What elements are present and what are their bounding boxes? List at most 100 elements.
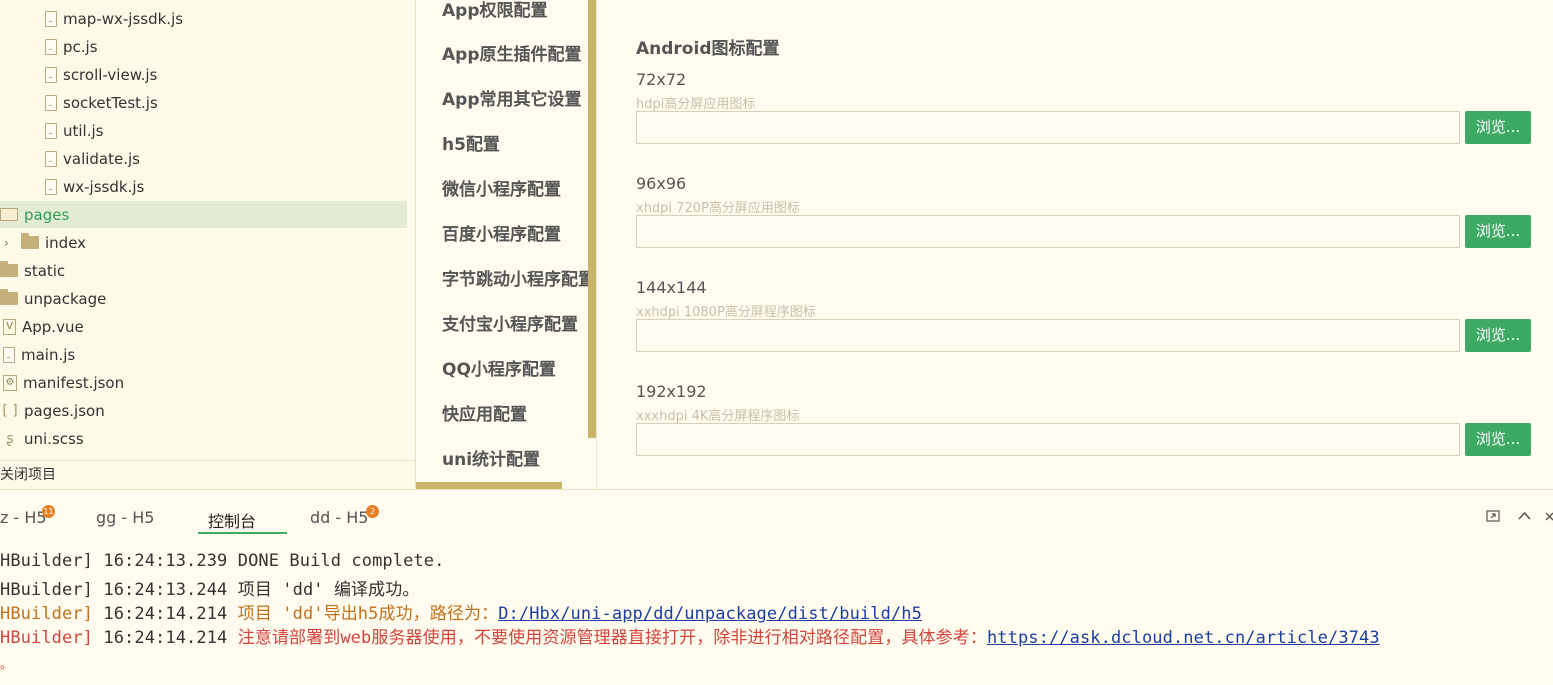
console-divider xyxy=(0,489,1553,490)
log-line: HBuilder] 16:24:13.244 项目 'dd' 编译成功。 xyxy=(0,575,419,600)
js-file-icon xyxy=(45,178,57,195)
log-prefix: HBuilder] xyxy=(0,580,94,600)
tab-badge: 11 xyxy=(42,505,55,518)
file-tree: map-wx-jssdk.js pc.js scroll-view.js soc… xyxy=(0,0,407,460)
tree-item-uni-scss[interactable]: ʂ uni.scss xyxy=(0,425,407,452)
tab-badge: 2 xyxy=(366,505,379,518)
browse-button-144[interactable]: 浏览... xyxy=(1465,319,1531,352)
log-time: 16:24:13.244 xyxy=(103,580,228,600)
active-tab-indicator xyxy=(198,532,287,534)
tree-item-static[interactable]: static xyxy=(0,257,407,284)
log-link[interactable]: https://ask.dcloud.net.cn/article/3743 xyxy=(987,628,1380,648)
vue-file-icon: V xyxy=(3,318,16,335)
nav-item-app-native-plugins[interactable]: App原生插件配置 xyxy=(442,40,588,65)
tree-item-label: pc.js xyxy=(63,37,98,56)
tree-item-pc[interactable]: pc.js xyxy=(0,33,407,60)
tree-item-label: scroll-view.js xyxy=(63,65,158,84)
nav-item-h5[interactable]: h5配置 xyxy=(442,130,588,155)
tree-item-manifest[interactable]: ⚙ manifest.json xyxy=(0,369,407,396)
log-prefix: HBuilder] xyxy=(0,628,94,648)
close-icon[interactable] xyxy=(1545,508,1553,527)
nav-item-baidu-mp[interactable]: 百度小程序配置 xyxy=(442,220,588,245)
js-file-icon xyxy=(3,346,15,363)
section-title: Android图标配置 xyxy=(636,39,780,59)
icon-path-input-192[interactable] xyxy=(636,423,1460,456)
tab-label: z - H5 xyxy=(0,508,47,527)
js-file-icon xyxy=(45,122,57,139)
nav-horizontal-scrollbar[interactable] xyxy=(416,482,562,489)
tree-item-scroll-view[interactable]: scroll-view.js xyxy=(0,61,407,88)
tree-item-main-js[interactable]: main.js xyxy=(0,341,407,368)
log-time: 16:24:13.239 xyxy=(103,551,228,571)
nav-item-toutiao-mp[interactable]: 字节跳动小程序配置 xyxy=(442,265,588,290)
icon-size-label: 144x144 xyxy=(636,278,707,297)
folder-icon xyxy=(21,233,39,249)
tree-item-label: manifest.json xyxy=(23,373,125,392)
tree-item-label: map-wx-jssdk.js xyxy=(63,9,184,28)
log-time: 16:24:14.214 xyxy=(103,628,228,648)
panel-divider xyxy=(596,0,597,489)
tab-z-h5[interactable]: z - H5 xyxy=(0,508,47,527)
chevron-up-icon[interactable] xyxy=(1517,508,1532,527)
tree-item-map-wx-jssdk[interactable]: map-wx-jssdk.js xyxy=(0,5,407,32)
log-prefix: HBuilder] xyxy=(0,551,94,571)
tree-item-wx-jssdk[interactable]: wx-jssdk.js xyxy=(0,173,407,200)
log-time: 16:24:14.214 xyxy=(103,604,228,624)
icon-path-input-144[interactable] xyxy=(636,319,1460,352)
tree-item-label: App.vue xyxy=(22,317,84,336)
tree-item-sockettest[interactable]: socketTest.js xyxy=(0,89,407,116)
tree-item-app-vue[interactable]: V App.vue xyxy=(0,313,407,340)
nav-vertical-scrollbar[interactable] xyxy=(588,0,596,438)
scss-file-icon: ʂ xyxy=(6,430,14,447)
js-file-icon xyxy=(45,94,57,111)
browse-button-192[interactable]: 浏览... xyxy=(1465,423,1531,456)
nav-item-app-permissions[interactable]: App权限配置 xyxy=(442,0,588,21)
maximize-icon[interactable] xyxy=(1486,508,1501,527)
js-file-icon xyxy=(45,10,57,27)
log-line: HBuilder] 16:24:13.239 DONE Build comple… xyxy=(0,551,444,571)
browse-button-96[interactable]: 浏览... xyxy=(1465,215,1531,248)
js-file-icon xyxy=(45,66,57,83)
icon-hint-label: xhdpi 720P高分屏应用图标 xyxy=(636,201,800,216)
tree-item-validate[interactable]: validate.js xyxy=(0,145,407,172)
icon-hint-label: xxhdpi 1080P高分屏程序图标 xyxy=(636,305,816,320)
folder-icon xyxy=(0,289,18,305)
icon-size-label: 96x96 xyxy=(636,174,687,193)
nav-item-uni-stat[interactable]: uni统计配置 xyxy=(442,445,588,470)
tree-item-util[interactable]: util.js xyxy=(0,117,407,144)
tree-item-label: socketTest.js xyxy=(63,93,158,112)
tab-gg-h5[interactable]: gg - H5 xyxy=(96,508,154,527)
json-file-icon: [ ] xyxy=(2,402,18,419)
tree-item-pages-json[interactable]: [ ] pages.json xyxy=(0,397,407,424)
browse-button-72[interactable]: 浏览... xyxy=(1465,111,1531,144)
log-link[interactable]: D:/Hbx/uni-app/dd/unpackage/dist/build/h… xyxy=(498,604,922,624)
icon-path-input-72[interactable] xyxy=(636,111,1460,144)
tree-item-index[interactable]: › index xyxy=(0,229,407,256)
icon-hint-label: hdpi高分屏应用图标 xyxy=(636,97,756,112)
nav-item-alipay-mp[interactable]: 支付宝小程序配置 xyxy=(442,310,588,335)
icon-path-input-96[interactable] xyxy=(636,215,1460,248)
tree-item-label: pages.json xyxy=(24,401,105,420)
log-message: 项目 'dd'导出h5成功，路径为： xyxy=(237,604,499,624)
nav-item-weixin-mp[interactable]: 微信小程序配置 xyxy=(442,175,588,200)
log-line: HBuilder] 16:24:14.214 注意请部署到web服务器使用，不要… xyxy=(0,623,1380,648)
tree-item-label: unpackage xyxy=(24,289,107,308)
tab-console[interactable]: 控制台 xyxy=(208,508,256,532)
tab-dd-h5[interactable]: dd - H5 xyxy=(310,508,368,527)
icon-size-label: 72x72 xyxy=(636,70,687,89)
log-continuation: 。 xyxy=(0,657,13,671)
tree-item-unpackage[interactable]: unpackage xyxy=(0,285,407,312)
chevron-right-icon[interactable]: › xyxy=(4,236,14,250)
tab-label: 控制台 xyxy=(208,512,257,531)
nav-item-qq-mp[interactable]: QQ小程序配置 xyxy=(442,355,588,380)
log-message: 注意请部署到web服务器使用，不要使用资源管理器直接打开，除非进行相对路径配置，… xyxy=(237,628,987,648)
nav-item-app-other-settings[interactable]: App常用其它设置 xyxy=(442,85,588,110)
tree-item-label: main.js xyxy=(21,345,76,364)
tree-item-label: static xyxy=(24,261,66,280)
close-project-button[interactable]: 关闭项目 xyxy=(0,460,415,489)
log-message: DONE Build complete. xyxy=(237,551,445,571)
tree-item-pages[interactable]: pages xyxy=(0,201,407,228)
nav-item-quickapp[interactable]: 快应用配置 xyxy=(442,400,588,425)
tree-item-label: index xyxy=(45,233,87,252)
tab-label: dd - H5 xyxy=(310,508,369,527)
